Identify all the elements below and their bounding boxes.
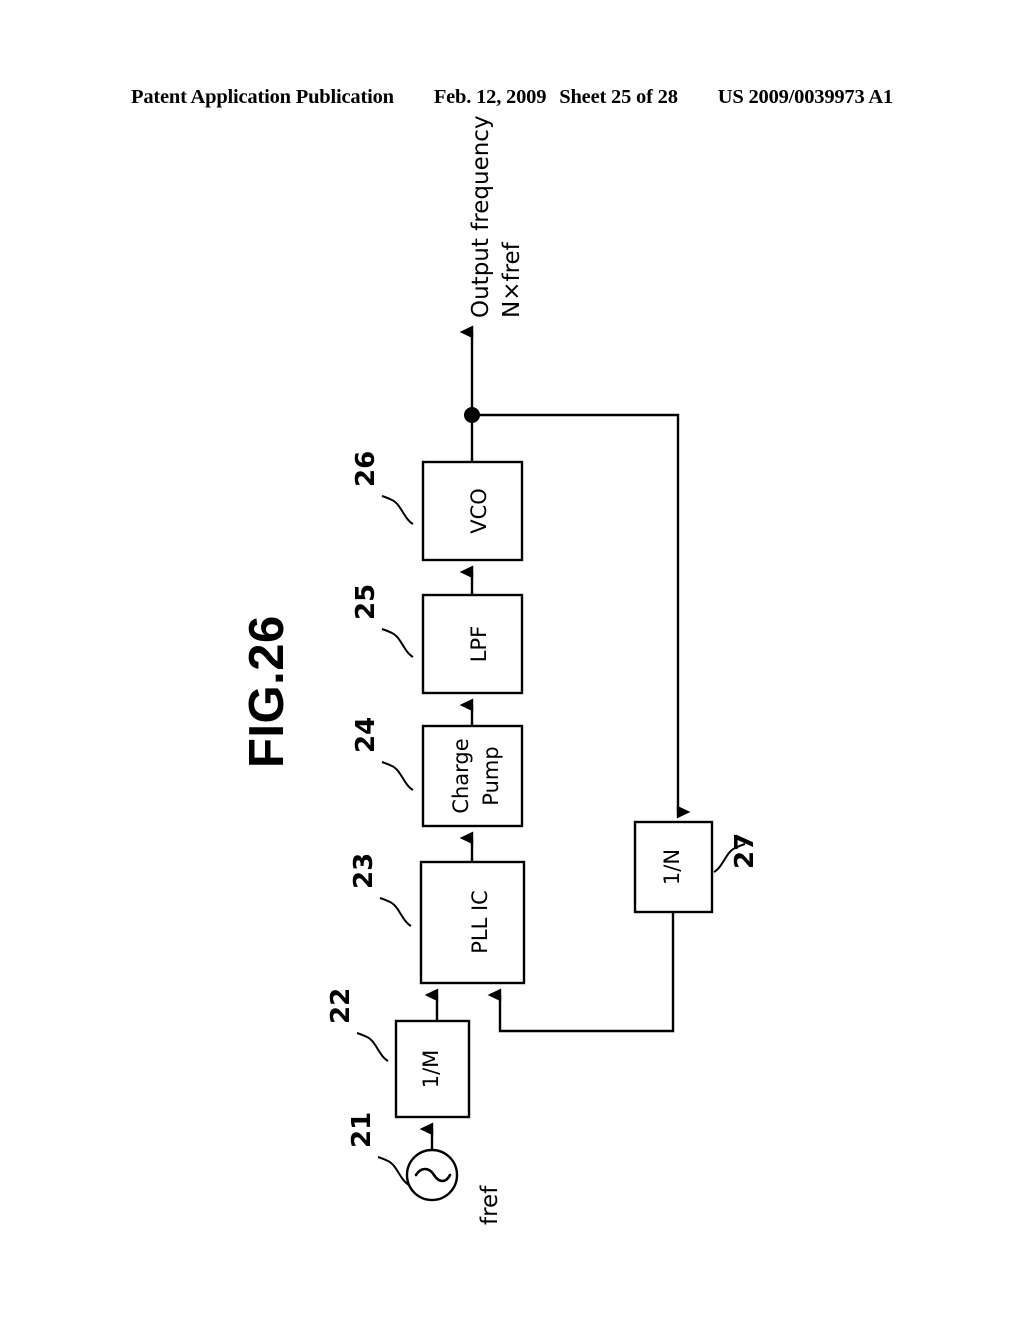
output-frequency-label-line1: Output frequency — [468, 115, 494, 318]
ref-number-24: 24 — [351, 717, 381, 753]
block-vco-label: VCO — [467, 488, 491, 534]
output-frequency-label-group: Output frequency N×fref — [468, 115, 525, 318]
block-pll-ic[interactable]: PLL IC — [419, 860, 526, 985]
block-charge-pump-label-line2: Pump — [479, 746, 503, 805]
ref-number-24-group: 24 — [351, 717, 414, 791]
ref-number-27-group: 27 — [713, 833, 760, 873]
block-pll-ic-label: PLL IC — [468, 890, 492, 954]
input-frequency-label: fref — [477, 1185, 503, 1225]
ref-number-22-group: 22 — [326, 988, 389, 1062]
ref-number-21: 21 — [347, 1112, 377, 1148]
figure-title: FIG.26 — [240, 615, 294, 768]
wire-divider-n-to-pll — [487, 912, 675, 1033]
block-charge-pump-label-line1: Charge — [449, 738, 473, 813]
block-lpf-label: LPF — [467, 626, 491, 662]
block-divider-m[interactable]: 1/M — [394, 1019, 471, 1119]
ref-number-25: 25 — [351, 584, 381, 620]
block-lpf[interactable]: LPF — [421, 593, 524, 695]
figure-drawing-area: FIG.26 VCO 26 LPF 25 Charge Pump 24 PLL … — [0, 0, 1024, 1320]
ref-number-23: 23 — [349, 853, 379, 889]
ref-number-27: 27 — [730, 833, 760, 869]
ref-number-26: 26 — [351, 451, 381, 487]
block-charge-pump[interactable]: Charge Pump — [421, 724, 524, 828]
ref-number-25-group: 25 — [351, 584, 414, 658]
block-divider-n-label: 1/N — [660, 849, 684, 885]
figure-title-text: FIG.26 — [240, 615, 294, 768]
ref-number-22: 22 — [326, 988, 356, 1024]
block-divider-m-label: 1/M — [419, 1050, 443, 1089]
block-source-oscillator[interactable] — [405, 1148, 459, 1202]
block-divider-n[interactable]: 1/N — [633, 820, 714, 914]
ref-number-21-group: 21 — [347, 1112, 410, 1186]
ref-number-23-group: 23 — [349, 853, 412, 927]
ref-number-26-group: 26 — [351, 451, 414, 525]
block-vco[interactable]: VCO — [421, 460, 524, 562]
output-frequency-label-line2: N×fref — [499, 241, 525, 318]
